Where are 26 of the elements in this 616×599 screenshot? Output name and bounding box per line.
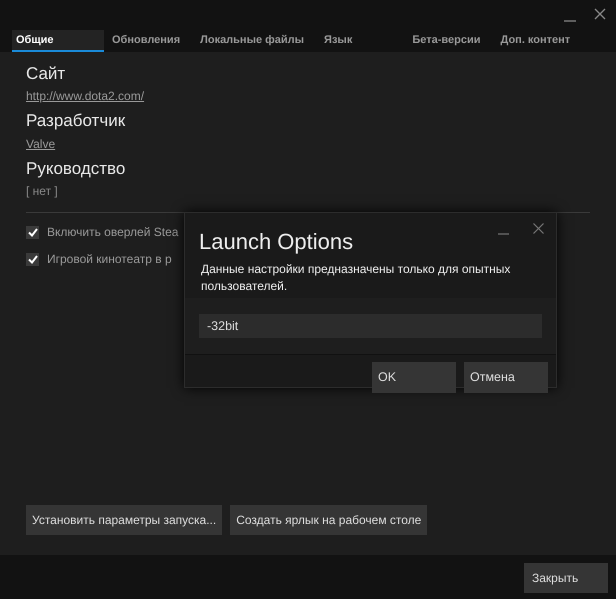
tab[interactable]: Доп. контент [496, 30, 576, 52]
checkbox[interactable] [26, 252, 39, 266]
action-button[interactable]: Установить параметры запуска... [26, 505, 222, 535]
close-icon[interactable] [533, 223, 544, 234]
section-heading: Сайт [26, 64, 66, 84]
link[interactable]: Valve [26, 134, 56, 153]
close-button[interactable]: Закрыть [524, 563, 608, 593]
section-heading: Разработчик [26, 111, 126, 132]
checkbox-label: Включить оверлей Stea [47, 224, 178, 242]
launch-options-field[interactable]: -32bit [199, 314, 542, 338]
value-text: [ нет ] [26, 183, 58, 200]
tab[interactable]: Бета-версии [408, 30, 486, 52]
checkbox[interactable] [26, 226, 39, 239]
dialog-title: Launch Options [199, 228, 354, 256]
tab[interactable]: Обновления [108, 30, 186, 52]
close-icon[interactable] [594, 8, 606, 20]
tab[interactable]: Общие [12, 30, 104, 52]
tab[interactable]: Локальные файлы [196, 30, 310, 52]
checkbox-label: Игровой кинотеатр в р [47, 251, 172, 268]
action-button[interactable]: Создать ярлык на рабочем столе [230, 505, 428, 535]
dialog-description: Данные настройки предназначены только для опытных пользователей. [200, 261, 512, 295]
section-heading: Руководство [26, 158, 126, 180]
link[interactable]: http://www.dota2.com/ [26, 87, 144, 106]
tab[interactable]: Язык [320, 30, 358, 52]
dialog-button[interactable]: OK [372, 362, 456, 394]
dialog-button[interactable]: Отмена [464, 362, 548, 394]
